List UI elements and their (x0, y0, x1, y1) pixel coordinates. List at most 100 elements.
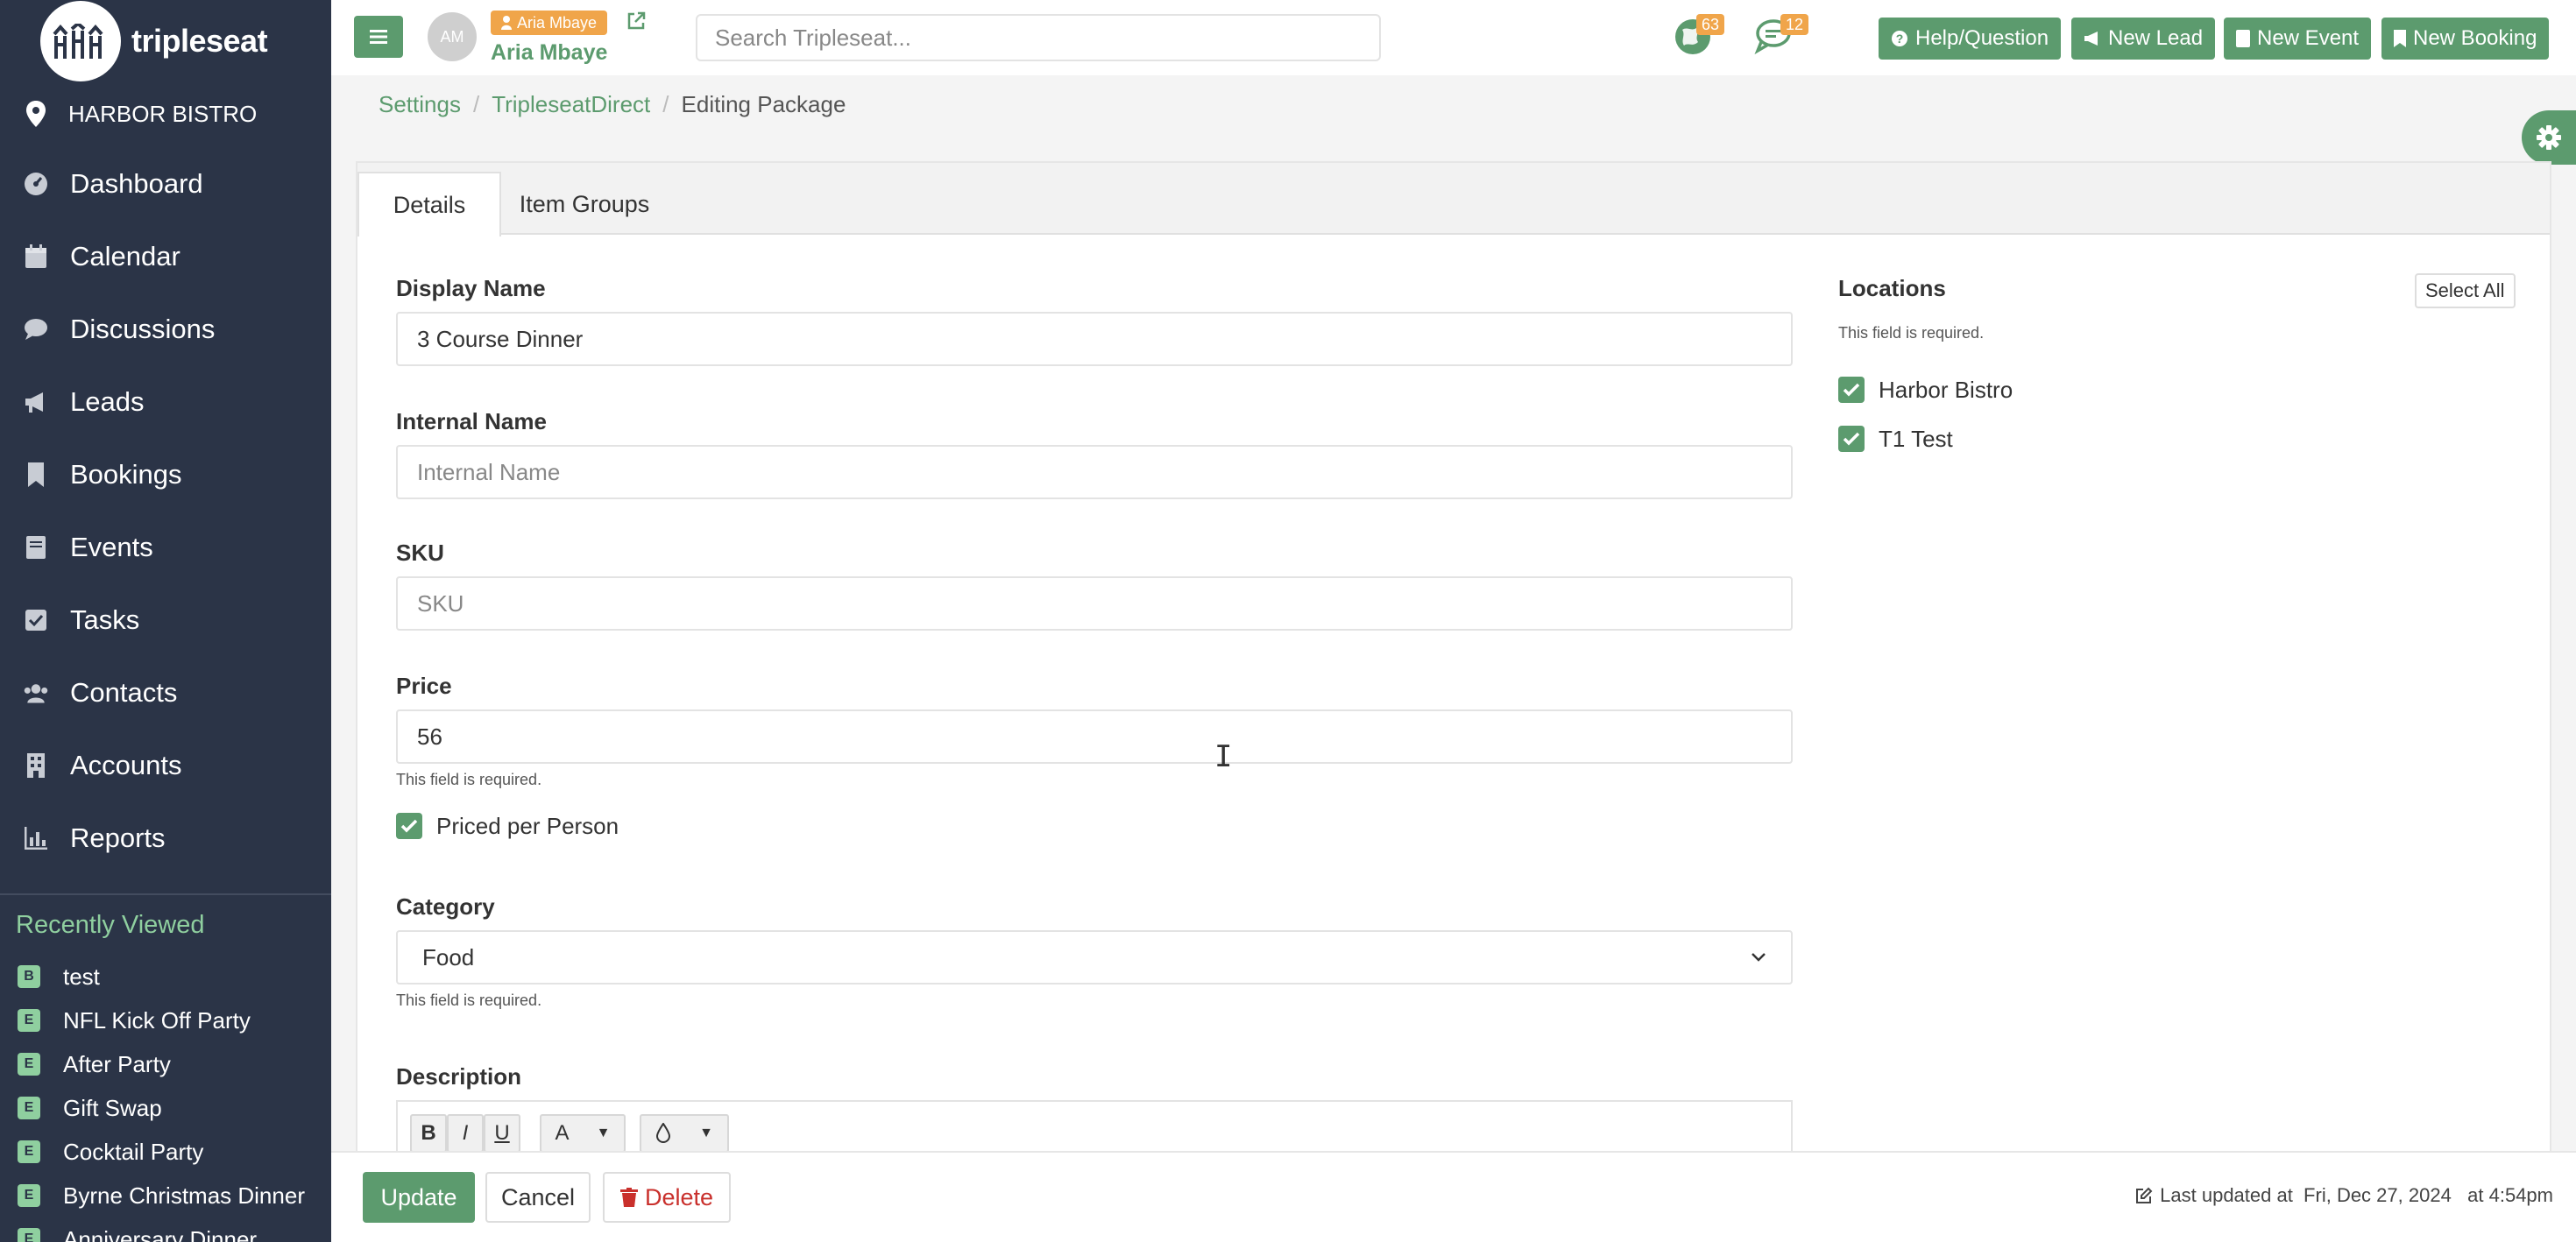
sku-input[interactable] (396, 576, 1793, 631)
checkmark-icon (1843, 432, 1860, 446)
sidebar-item-label: Dashboard (70, 167, 203, 199)
recently-viewed-title: Recently Viewed (16, 911, 205, 939)
sidebar-item-label: Contacts (70, 676, 178, 708)
list-item[interactable]: E After Party (18, 1042, 331, 1086)
last-updated-label: Last updated at Fri, Dec 27, 2024 at 4:5… (2160, 1184, 2553, 1206)
priced-per-person-checkbox[interactable] (396, 813, 422, 839)
type-badge: B (18, 965, 40, 988)
location-label: Harbor Bistro (1879, 377, 2013, 403)
bold-button[interactable]: B (410, 1114, 447, 1153)
display-name-input[interactable] (396, 312, 1793, 366)
select-all-button[interactable]: Select All (2415, 273, 2516, 308)
sidebar-item-tasks[interactable]: Tasks (0, 583, 331, 656)
building-icon (23, 752, 49, 779)
price-input[interactable] (396, 709, 1793, 764)
package-editor-card: Details Item Groups Display Name Interna… (356, 161, 2551, 1170)
list-item[interactable]: Btest (18, 955, 331, 999)
font-color-letter: A (555, 1121, 570, 1145)
settings-panel-toggle[interactable] (2522, 110, 2576, 165)
breadcrumb-current: Editing Package (681, 91, 846, 117)
highlight-color-dropdown[interactable]: ▼ (640, 1114, 729, 1153)
type-badge: E (18, 1009, 40, 1032)
category-select[interactable]: Food (396, 930, 1793, 984)
location-checkbox-t1-test[interactable] (1838, 426, 1865, 452)
caret-down-icon: ▼ (596, 1126, 611, 1140)
avatar[interactable]: AM (428, 12, 477, 61)
user-role-badge: Aria Mbaye (491, 11, 608, 35)
svg-text:?: ? (1896, 32, 1904, 46)
current-user-name[interactable]: Aria Mbaye (491, 40, 607, 66)
globe-notifications-button[interactable]: 63 (1674, 14, 1725, 63)
list-item-label: test (63, 963, 100, 990)
delete-button[interactable]: Delete (603, 1172, 731, 1223)
sidebar-item-bookings[interactable]: Bookings (0, 438, 331, 511)
caret-down-icon: ▼ (699, 1126, 713, 1140)
sidebar-item-discussions[interactable]: Discussions (0, 293, 331, 365)
list-item[interactable]: E Byrne Christmas Dinner (18, 1174, 331, 1217)
tab-item-groups[interactable]: Item Groups (512, 172, 657, 236)
brand-logo[interactable]: tripleseat (40, 1, 268, 81)
tab-details[interactable]: Details (357, 172, 501, 236)
logo-mark-icon (40, 1, 121, 81)
new-lead-button[interactable]: New Lead (2071, 18, 2216, 60)
locations-title: Locations (1838, 275, 1946, 301)
sidebar-item-label: Discussions (70, 313, 216, 344)
list-item[interactable]: E Cocktail Party (18, 1130, 331, 1174)
hamburger-icon (370, 30, 387, 44)
users-icon (23, 680, 49, 706)
checkmark-icon (1843, 383, 1860, 397)
location-checkbox-harbor-bistro[interactable] (1838, 377, 1865, 403)
sidebar-item-accounts[interactable]: Accounts (0, 729, 331, 801)
notification-count: 63 (1696, 14, 1725, 35)
list-item-label: NFL Kick Off Party (63, 1006, 251, 1034)
list-item-label: After Party (63, 1050, 171, 1077)
sidebar-item-label: Accounts (70, 749, 182, 780)
recently-viewed-list: Btest E NFL Kick Off Party E After Party E… (18, 955, 331, 1242)
update-button[interactable]: Update (363, 1172, 475, 1223)
list-item[interactable]: E NFL Kick Off Party (18, 999, 331, 1042)
locations-help-text: This field is required. (1838, 324, 1985, 342)
notification-count: 12 (1780, 14, 1809, 35)
sidebar-item-events[interactable]: Events (0, 511, 331, 583)
category-help-text: This field is required. (396, 991, 542, 1009)
bar-chart-icon (23, 825, 49, 851)
underline-button[interactable]: U (484, 1114, 520, 1153)
sidebar-item-leads[interactable]: Leads (0, 365, 331, 438)
menu-toggle-button[interactable] (354, 16, 403, 58)
font-color-dropdown[interactable]: A ▼ (540, 1114, 626, 1153)
new-booking-button[interactable]: New Booking (2381, 18, 2550, 60)
list-item[interactable]: E Gift Swap (18, 1086, 331, 1130)
messages-button[interactable]: 12 (1754, 14, 1809, 63)
sidebar-item-calendar[interactable]: Calendar (0, 220, 331, 293)
sidebar-item-label: Reports (70, 822, 166, 853)
type-badge: E (18, 1228, 40, 1242)
sidebar-item-reports[interactable]: Reports (0, 801, 331, 874)
form-actions-bar: Update Cancel Delete Last updated at Fri… (331, 1151, 2576, 1242)
book-icon (23, 534, 49, 561)
help-button[interactable]: ? Help/Question (1879, 18, 2062, 60)
sidebar: tripleseat HARBOR BISTRO Dashboard Calen… (0, 0, 331, 1242)
internal-name-input[interactable] (396, 445, 1793, 499)
calendar-icon (23, 243, 49, 270)
chevron-down-icon (1752, 953, 1766, 962)
new-booking-label: New Booking (2413, 26, 2537, 50)
cancel-button[interactable]: Cancel (485, 1172, 591, 1223)
search-input[interactable] (696, 14, 1381, 61)
list-item-label: Gift Swap (63, 1094, 162, 1121)
tab-bar: Details Item Groups (357, 163, 2550, 236)
sidebar-divider (0, 893, 331, 895)
location-selector[interactable]: HARBOR BISTRO (26, 96, 257, 131)
breadcrumb-link-tripleseatdirect[interactable]: TripleseatDirect (492, 91, 650, 118)
sidebar-item-dashboard[interactable]: Dashboard (0, 147, 331, 220)
breadcrumb-link-settings[interactable]: Settings (379, 91, 461, 118)
list-item[interactable]: E Anniversary Dinner (18, 1217, 331, 1242)
edit-icon (2136, 1187, 2153, 1203)
new-event-button[interactable]: New Event (2224, 18, 2372, 60)
breadcrumb: Settings / TripleseatDirect / Editing Pa… (379, 91, 846, 118)
help-button-label: Help/Question (1915, 26, 2049, 50)
map-pin-icon (26, 101, 46, 127)
sidebar-item-contacts[interactable]: Contacts (0, 656, 331, 729)
italic-button[interactable]: I (447, 1114, 484, 1153)
location-name: HARBOR BISTRO (68, 100, 258, 127)
external-link-icon[interactable] (626, 11, 647, 36)
